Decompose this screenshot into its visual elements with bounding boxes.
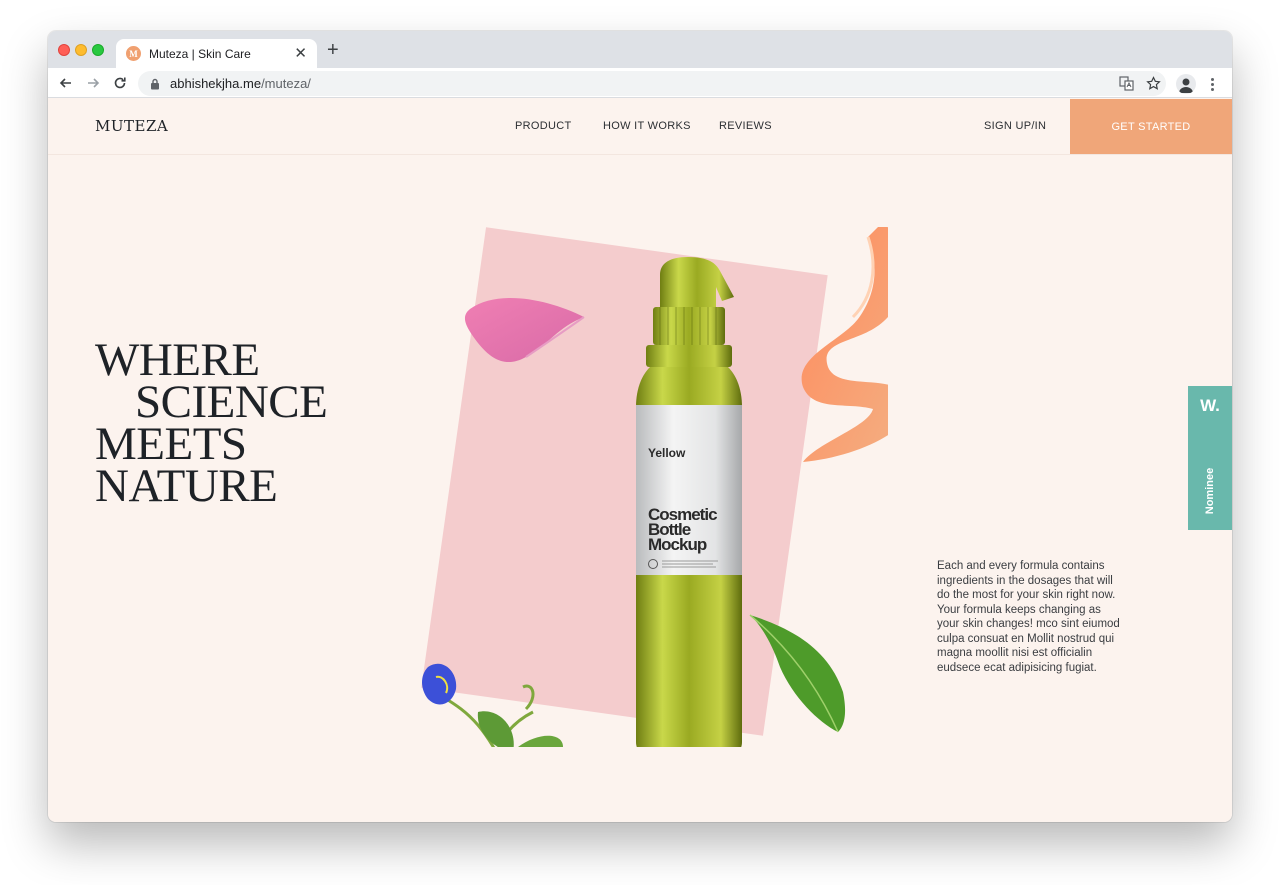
back-button[interactable] (56, 73, 76, 93)
url-text: abhishekjha.me/muteza/ (170, 76, 311, 91)
blue-flower-icon (422, 663, 563, 747)
awwwards-nominee-badge[interactable]: W. Nominee (1188, 386, 1232, 530)
bottle-title-3: Mockup (648, 535, 707, 554)
page: MUTEZA PRODUCT HOW IT WORKS REVIEWS SIGN… (48, 99, 1232, 822)
tab-title: Muteza | Skin Care (149, 46, 251, 61)
reload-button[interactable] (110, 73, 130, 93)
site-header: MUTEZA PRODUCT HOW IT WORKS REVIEWS SIGN… (48, 99, 1232, 155)
nav-product[interactable]: PRODUCT (515, 120, 572, 132)
headline-line-3: MEETS (95, 418, 247, 470)
forward-button[interactable] (83, 73, 103, 93)
maximize-window-button[interactable] (92, 44, 104, 56)
rose-petal-icon (464, 297, 585, 363)
tab-strip: M Muteza | Skin Care ✕ + (48, 31, 1232, 68)
browser-menu-icon[interactable] (1206, 74, 1218, 94)
get-started-button[interactable]: GET STARTED (1070, 99, 1232, 154)
address-bar[interactable]: abhishekjha.me/muteza/ (138, 71, 1166, 96)
close-window-button[interactable] (58, 44, 70, 56)
profile-avatar-icon[interactable] (1176, 74, 1196, 94)
browser-window: M Muteza | Skin Care ✕ + abhishekjha.me/… (48, 31, 1232, 822)
new-tab-button[interactable]: + (327, 40, 339, 60)
hero-illustration: Yellow Cosmetic Bottle Mockup (422, 227, 888, 747)
lock-icon (151, 78, 159, 89)
site-logo[interactable]: MUTEZA (95, 117, 168, 135)
nav-reviews[interactable]: REVIEWS (719, 120, 772, 132)
green-leaf-icon (749, 614, 846, 733)
nav-how-it-works[interactable]: HOW IT WORKS (603, 120, 691, 132)
orange-peel-icon (801, 227, 888, 462)
cosmetic-bottle-image: Yellow Cosmetic Bottle Mockup (636, 257, 742, 747)
headline-line-1: WHERE (95, 334, 260, 386)
headline-line-2: SCIENCE (135, 376, 328, 428)
browser-toolbar: abhishekjha.me/muteza/ (48, 68, 1232, 98)
minimize-window-button[interactable] (75, 44, 87, 56)
url-path: /muteza/ (261, 76, 311, 91)
headline-line-4: NATURE (95, 460, 278, 512)
hero-body-text: Each and every formula contains ingredie… (937, 560, 1120, 674)
bookmark-star-icon[interactable] (1143, 73, 1163, 93)
translate-icon[interactable] (1116, 73, 1136, 93)
badge-logo: W. (1200, 396, 1220, 415)
bottle-brand-text: Yellow (648, 446, 686, 460)
browser-tab[interactable]: M Muteza | Skin Care ✕ (116, 39, 317, 68)
badge-label: Nominee (1204, 467, 1216, 515)
sign-up-link[interactable]: SIGN UP/IN (984, 120, 1046, 132)
close-tab-icon[interactable]: ✕ (294, 46, 307, 61)
favicon-icon: M (126, 46, 141, 61)
url-domain: abhishekjha.me (170, 76, 262, 91)
hero-headline: WHERE SCIENCE MEETS NATURE (95, 334, 328, 512)
